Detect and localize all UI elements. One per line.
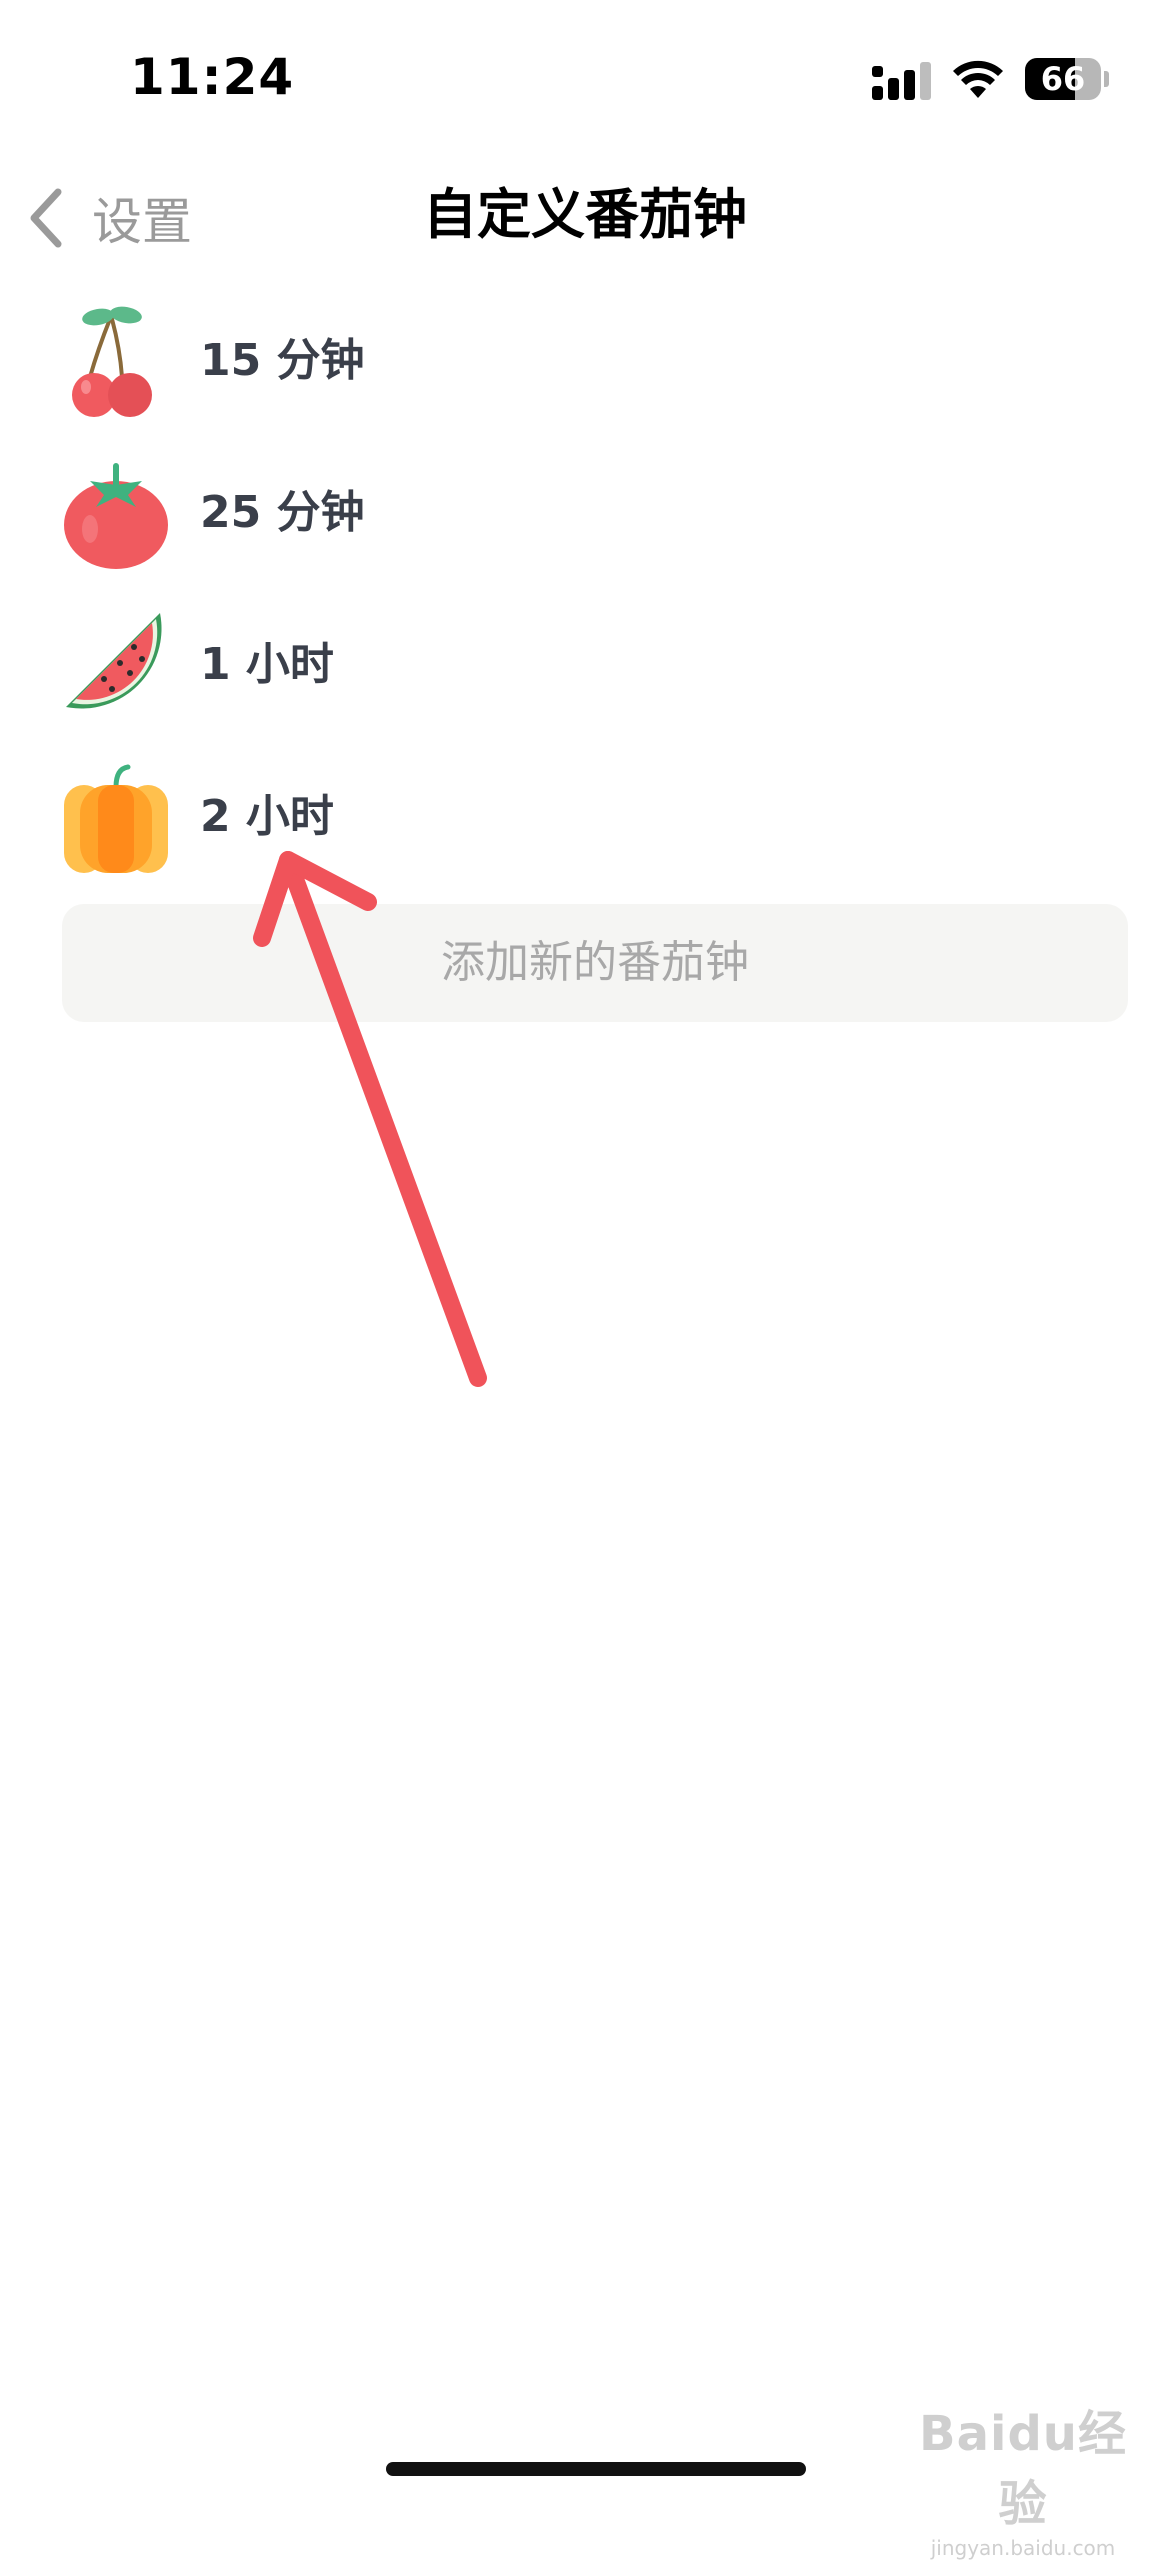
timer-item-15-min[interactable]: 15 分钟 [0,285,1170,437]
wifi-icon [953,60,1003,98]
tomato-icon [64,463,168,569]
timer-item-2-hour[interactable]: 2 小时 [0,741,1170,893]
timer-item-1-hour[interactable]: 1 小时 [0,589,1170,741]
watermark: Baidu经验 jingyan.baidu.com [898,2394,1148,2560]
back-button[interactable]: 设置 [20,178,192,258]
battery-cap [1104,71,1109,87]
chevron-left-icon [30,188,62,248]
timer-label: 1 小时 [200,639,334,690]
battery-icon: 66 [1025,58,1109,100]
nav-bar: 自定义番茄钟 设置 [0,160,1170,270]
watermark-logo: Baidu经验 [919,2406,1127,2532]
signal-icon [872,62,931,100]
timer-label: 25 分钟 [200,487,365,538]
watermelon-icon [66,613,162,709]
timer-label: 15 分钟 [200,335,365,386]
status-bar: 11:24 66 [0,0,1170,150]
timer-list: 15 分钟 25 分钟 1 小时 2 小时 [0,285,1170,893]
timer-item-25-min[interactable]: 25 分钟 [0,437,1170,589]
back-label: 设置 [92,193,192,251]
battery-level-text: 66 [1040,60,1086,98]
pumpkin-icon [64,764,168,873]
battery-body: 66 [1025,58,1101,100]
add-timer-button[interactable]: 添加新的番茄钟 [62,904,1128,1022]
status-time: 11:24 [130,48,295,106]
cherry-icon [72,306,152,417]
timer-label: 2 小时 [200,791,334,842]
watermark-url: jingyan.baidu.com [930,2536,1116,2560]
home-indicator[interactable] [386,2462,806,2476]
